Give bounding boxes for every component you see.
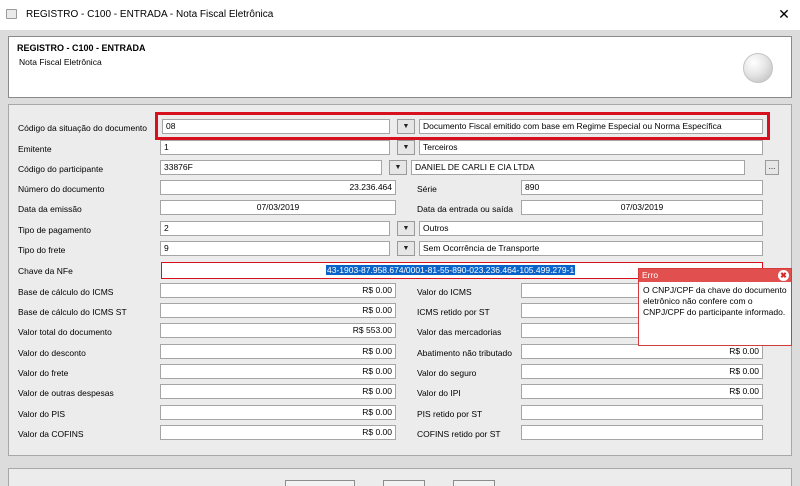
footer-button-1[interactable]: [285, 480, 355, 486]
situacao-label: Código da situação do documento: [18, 123, 148, 133]
valor-cofins-field[interactable]: R$ 0.00: [160, 425, 396, 440]
data-entrada-field[interactable]: 07/03/2019: [521, 200, 763, 215]
participante-label: Código do participante: [18, 164, 104, 174]
right-value-label: Valor das mercadorias: [417, 327, 502, 337]
base-icms-field[interactable]: R$ 0.00: [160, 283, 396, 298]
pagamento-desc-field: Outros: [419, 221, 763, 236]
form-header: REGISTRO - C100 - ENTRADA Nota Fiscal El…: [8, 36, 792, 98]
numero-label: Número do documento: [18, 184, 105, 194]
valor-ipi-field[interactable]: R$ 0.00: [521, 384, 763, 399]
left-value-label: Valor do desconto: [18, 348, 86, 358]
app-icon: [6, 9, 17, 19]
serie-field[interactable]: 890: [521, 180, 763, 195]
error-tooltip-title: Erro: [642, 270, 659, 280]
serie-label: Série: [417, 184, 437, 194]
window-title: REGISTRO - C100 - ENTRADA - Nota Fiscal …: [26, 9, 274, 20]
frete-label: Tipo do frete: [18, 245, 66, 255]
frete-code-field[interactable]: 9: [160, 241, 390, 256]
valor-pis-field[interactable]: R$ 0.00: [160, 405, 396, 420]
left-value-label: Valor total do documento: [18, 327, 112, 337]
participante-lookup-button[interactable]: ...: [765, 160, 779, 175]
footer-button-3[interactable]: [453, 480, 495, 486]
abatimento-field[interactable]: R$ 0.00: [521, 344, 763, 359]
numero-field[interactable]: 23.236.464: [160, 180, 396, 195]
valor-frete-field[interactable]: R$ 0.00: [160, 364, 396, 379]
outras-despesas-field[interactable]: R$ 0.00: [160, 384, 396, 399]
logo-icon: [743, 53, 773, 83]
chave-nfe-selected-text: 43-1903-87.958.674/0001-81-55-890-023.23…: [326, 265, 576, 275]
header-subtitle: Nota Fiscal Eletrônica: [19, 57, 102, 67]
valor-seguro-field[interactable]: R$ 0.00: [521, 364, 763, 379]
error-tooltip-header: Erro ✖: [639, 269, 791, 282]
right-value-label: COFINS retido por ST: [417, 429, 501, 439]
participante-code-field[interactable]: 33876F: [160, 160, 382, 175]
error-close-icon[interactable]: ✖: [778, 270, 789, 281]
situacao-highlight-box: [155, 112, 770, 140]
right-value-label: Valor do IPI: [417, 388, 461, 398]
frete-dropdown-button[interactable]: ▼: [397, 241, 415, 256]
right-value-label: Valor do ICMS: [417, 287, 472, 297]
right-value-label: Valor do seguro: [417, 368, 477, 378]
frete-desc-field: Sem Ocorrência de Transporte: [419, 241, 763, 256]
pagamento-code-field[interactable]: 2: [160, 221, 390, 236]
footer-button-2[interactable]: [383, 480, 425, 486]
pagamento-dropdown-button[interactable]: ▼: [397, 221, 415, 236]
data-emissao-label: Data da emissão: [18, 204, 82, 214]
error-tooltip-message: O CNPJ/CPF da chave do documento eletrôn…: [643, 285, 787, 317]
left-value-label: Valor do frete: [18, 368, 69, 378]
emitente-label: Emitente: [18, 144, 52, 154]
participante-desc-field: DANIEL DE CARLI E CIA LTDA: [411, 160, 745, 175]
right-value-label: ICMS retido por ST: [417, 307, 490, 317]
window-close-button[interactable]: ✕: [768, 0, 800, 30]
left-value-label: Base de cálculo do ICMS: [18, 287, 114, 297]
pis-retido-st-field[interactable]: [521, 405, 763, 420]
emitente-code-field[interactable]: 1: [160, 140, 390, 155]
valor-total-field[interactable]: R$ 553.00: [160, 323, 396, 338]
right-value-label: Abatimento não tributado: [417, 348, 512, 358]
participante-dropdown-button[interactable]: ▼: [389, 160, 407, 175]
left-value-label: Valor da COFINS: [18, 429, 84, 439]
header-title: REGISTRO - C100 - ENTRADA: [17, 43, 146, 53]
left-value-label: Base de cálculo do ICMS ST: [18, 307, 127, 317]
emitente-desc-field: Terceiros: [419, 140, 763, 155]
valor-desconto-field[interactable]: R$ 0.00: [160, 344, 396, 359]
cofins-retido-st-field[interactable]: [521, 425, 763, 440]
data-emissao-field[interactable]: 07/03/2019: [160, 200, 396, 215]
left-value-label: Valor de outras despesas: [18, 388, 114, 398]
left-value-label: Valor do PIS: [18, 409, 66, 419]
data-entrada-label: Data da entrada ou saída: [417, 204, 513, 214]
right-value-label: PIS retido por ST: [417, 409, 483, 419]
error-tooltip: Erro ✖ O CNPJ/CPF da chave do documento …: [638, 268, 792, 346]
chave-label: Chave da NFe: [18, 266, 73, 276]
window-titlebar: REGISTRO - C100 - ENTRADA - Nota Fiscal …: [0, 0, 800, 30]
pagamento-label: Tipo de pagamento: [18, 225, 91, 235]
base-icms-st-field[interactable]: R$ 0.00: [160, 303, 396, 318]
emitente-dropdown-button[interactable]: ▼: [397, 140, 415, 155]
